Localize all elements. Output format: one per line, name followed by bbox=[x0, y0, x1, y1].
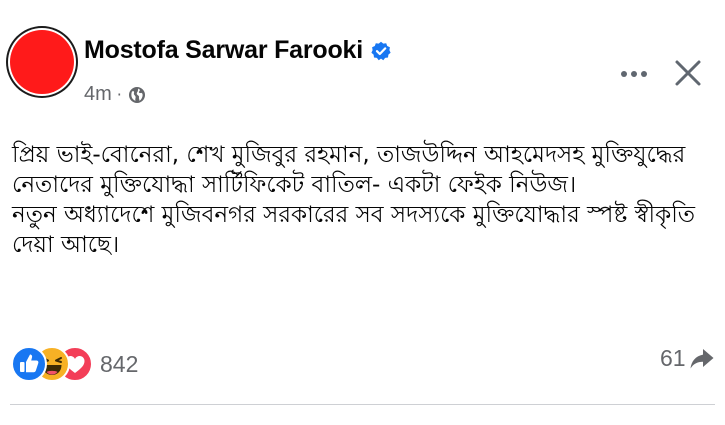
shares-summary[interactable]: 61 bbox=[660, 345, 715, 372]
reaction-count[interactable]: 842 bbox=[100, 351, 138, 378]
reactions-divider bbox=[10, 404, 715, 405]
facebook-post: Mostofa Sarwar Farooki 4m · প্রিয় ভাই-ব… bbox=[0, 0, 725, 425]
close-icon[interactable] bbox=[669, 54, 707, 92]
reactions-summary[interactable]: 842 bbox=[10, 345, 138, 383]
meta-separator: · bbox=[116, 85, 122, 104]
author-avatar[interactable] bbox=[10, 30, 74, 94]
author-name-row: Mostofa Sarwar Farooki bbox=[84, 36, 391, 65]
post-meta: 4m · bbox=[84, 83, 146, 106]
post-text-line: নেতাদের মুক্তিযোদ্ধা সার্টিফিকেট বাতিল- … bbox=[12, 172, 577, 198]
globe-icon bbox=[128, 86, 145, 103]
reaction-icons bbox=[10, 345, 94, 383]
like-icon bbox=[11, 346, 47, 382]
author-name[interactable]: Mostofa Sarwar Farooki bbox=[84, 36, 363, 65]
more-options-icon[interactable] bbox=[618, 58, 650, 90]
share-count[interactable]: 61 bbox=[660, 345, 686, 372]
post-text: প্রিয় ভাই-বোনেরা, শেখ মুজিবুর রহমান, তা… bbox=[12, 140, 712, 260]
post-timestamp[interactable]: 4m bbox=[84, 83, 112, 106]
post-text-line: প্রিয় ভাই-বোনেরা, শেখ মুজিবুর রহমান, তা… bbox=[12, 142, 686, 168]
post-text-line: দেয়া আছে। bbox=[12, 232, 120, 258]
verified-badge-icon bbox=[371, 41, 391, 60]
post-text-line: নতুন অধ্যাদেশে মুজিবনগর সরকারের সব সদস্য… bbox=[12, 202, 696, 228]
share-icon bbox=[690, 348, 714, 368]
